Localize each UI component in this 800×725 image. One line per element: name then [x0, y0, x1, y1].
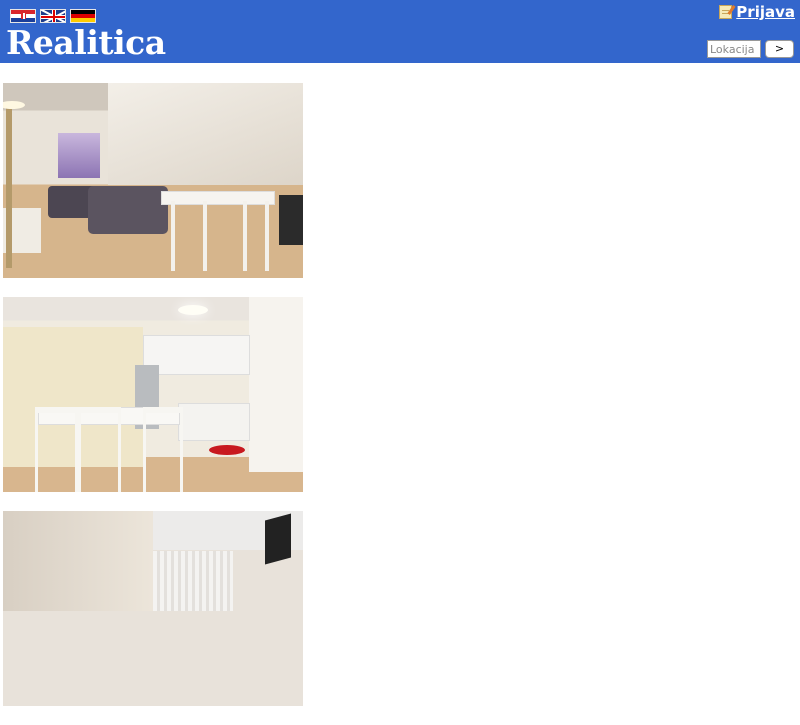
site-logo[interactable]: Realitica	[6, 24, 166, 62]
location-search: >	[707, 40, 794, 58]
living-room-photo[interactable]	[3, 83, 303, 278]
bedroom-photo[interactable]	[3, 511, 303, 706]
uk-flag-icon[interactable]	[40, 9, 66, 23]
kitchen-photo[interactable]	[3, 297, 303, 492]
site-header: Realitica Prijava >	[0, 0, 800, 63]
login-link[interactable]: Prijava	[736, 3, 795, 21]
german-flag-icon[interactable]	[70, 9, 96, 23]
croatian-flag-icon[interactable]	[10, 9, 36, 23]
photo-gallery	[3, 83, 303, 725]
login-area: Prijava	[719, 3, 795, 21]
search-submit-button[interactable]: >	[765, 40, 794, 58]
language-flags	[10, 9, 96, 23]
note-icon	[719, 5, 733, 19]
location-search-input[interactable]	[707, 40, 761, 58]
